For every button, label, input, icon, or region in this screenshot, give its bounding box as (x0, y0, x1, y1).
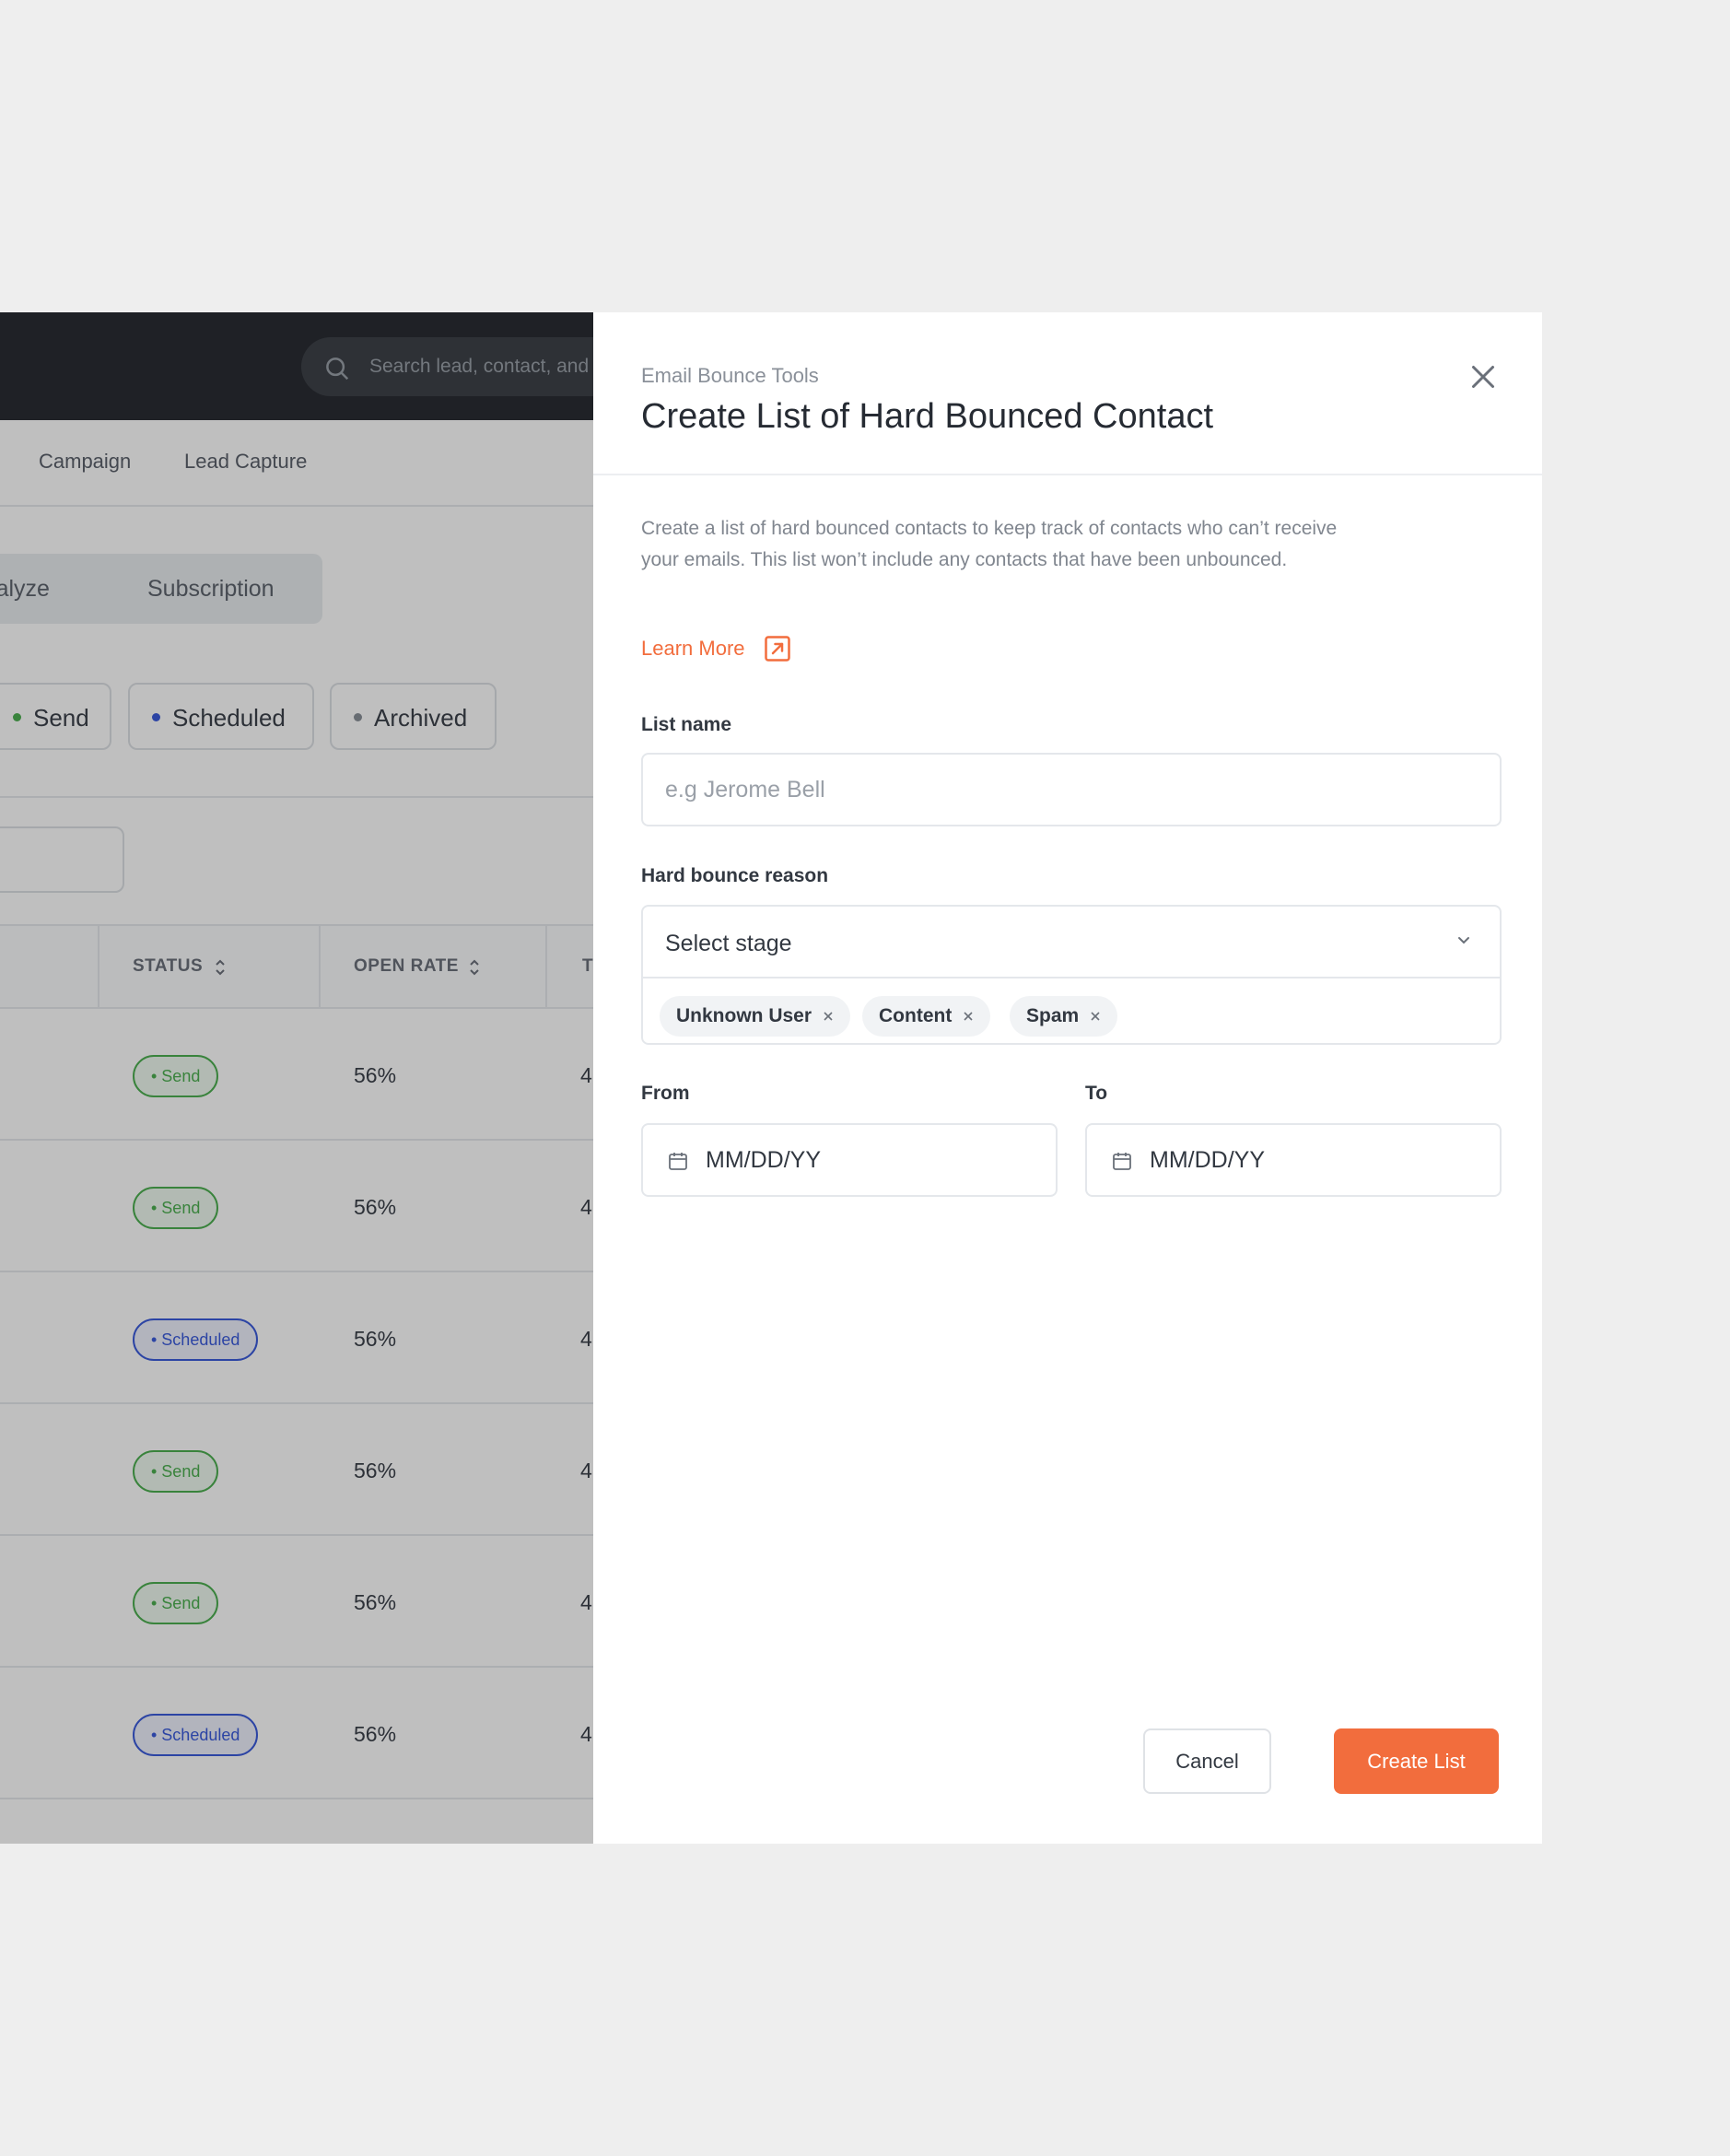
modal-title: Create List of Hard Bounced Contact (641, 397, 1214, 436)
close-icon[interactable] (1467, 360, 1500, 393)
list-name-placeholder: e.g Jerome Bell (665, 777, 825, 803)
stage-select-value: Select stage (665, 931, 792, 956)
learn-more-label: Learn More (641, 637, 745, 660)
chip-spam: Spam (1010, 996, 1118, 1037)
chevron-down-icon (1458, 937, 1469, 944)
remove-icon[interactable] (823, 1011, 834, 1022)
external-link-icon (764, 636, 790, 662)
modal-description: Create a list of hard bounced contacts t… (641, 518, 1338, 570)
create-list-modal: Email Bounce Tools Create List of Hard B… (593, 312, 1542, 1844)
chip-label: Content (879, 1005, 953, 1026)
from-label: From (641, 1083, 690, 1104)
remove-icon[interactable] (1090, 1011, 1101, 1022)
list-name-input[interactable]: e.g Jerome Bell (641, 753, 1502, 826)
chip-unknown-user: Unknown User (660, 996, 851, 1037)
calendar-icon (1113, 1153, 1131, 1170)
from-date-input[interactable]: MM/DD/YY (641, 1123, 1058, 1197)
modal-backdrop[interactable] (0, 312, 593, 1844)
stage-dropdown[interactable]: Select stage (643, 907, 1500, 978)
chip-label: Spam (1026, 1005, 1080, 1026)
remove-icon[interactable] (963, 1011, 974, 1022)
calendar-icon (669, 1153, 687, 1170)
create-list-button[interactable]: Create List (1334, 1728, 1499, 1794)
modal-subtitle: Email Bounce Tools (641, 364, 819, 387)
modal-header: Email Bounce Tools Create List of Hard B… (593, 312, 1542, 475)
to-label: To (1085, 1083, 1108, 1104)
chip-label: Unknown User (676, 1005, 812, 1026)
chip-content: Content (862, 996, 991, 1037)
to-date-value: MM/DD/YY (1150, 1147, 1265, 1173)
list-name-label: List name (641, 714, 732, 735)
from-date-value: MM/DD/YY (706, 1147, 821, 1173)
cancel-button[interactable]: Cancel (1143, 1728, 1271, 1794)
learn-more-link[interactable]: Learn More (641, 633, 791, 664)
to-date-input[interactable]: MM/DD/YY (1085, 1123, 1502, 1197)
bounce-reason-label: Hard bounce reason (641, 865, 829, 886)
bounce-reason-select: Select stage Unknown User Content Spam (641, 905, 1502, 1045)
